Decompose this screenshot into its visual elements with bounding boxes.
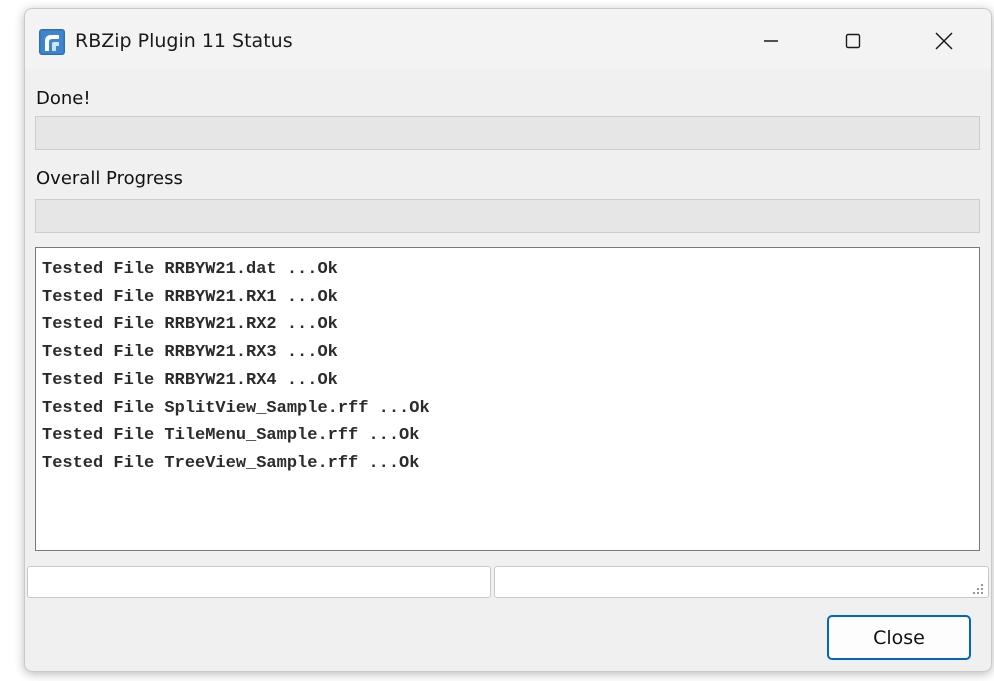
statusbar-left-field xyxy=(27,566,491,598)
minimize-icon xyxy=(764,40,778,42)
overall-progress-label: Overall Progress xyxy=(36,168,183,189)
file-progress-bar xyxy=(35,116,980,150)
minimize-button[interactable] xyxy=(743,19,799,63)
window-close-button[interactable] xyxy=(916,19,972,63)
resize-grip-icon[interactable] xyxy=(970,581,984,595)
log-line: Tested File RRBYW21.RX2 ...Ok xyxy=(42,315,338,335)
log-line: Tested File SplitView_Sample.rff ...Ok xyxy=(42,398,430,418)
window-title: RBZip Plugin 11 Status xyxy=(75,30,293,52)
close-icon xyxy=(935,32,953,50)
log-line: Tested File TreeView_Sample.rff ...Ok xyxy=(42,453,420,473)
title-bar[interactable]: RBZip Plugin 11 Status xyxy=(25,9,991,69)
log-line: Tested File TileMenu_Sample.rff ...Ok xyxy=(42,426,420,446)
log-textbox[interactable]: Tested File RRBYW21.dat ...Ok Tested File… xyxy=(35,247,980,551)
maximize-icon xyxy=(845,33,861,49)
close-button[interactable]: Close xyxy=(827,615,971,660)
rbzip-app-icon xyxy=(39,29,65,55)
status-label: Done! xyxy=(36,88,91,109)
statusbar-right-field xyxy=(494,566,989,598)
status-window: RBZip Plugin 11 Status Done! Overall Pro… xyxy=(24,8,992,672)
maximize-button[interactable] xyxy=(825,19,881,63)
log-line: Tested File RRBYW21.RX1 ...Ok xyxy=(42,287,338,307)
log-line: Tested File RRBYW21.RX4 ...Ok xyxy=(42,370,338,390)
log-line: Tested File RRBYW21.dat ...Ok xyxy=(42,260,338,279)
overall-progress-bar xyxy=(35,199,980,233)
log-line: Tested File RRBYW21.RX3 ...Ok xyxy=(42,343,338,363)
